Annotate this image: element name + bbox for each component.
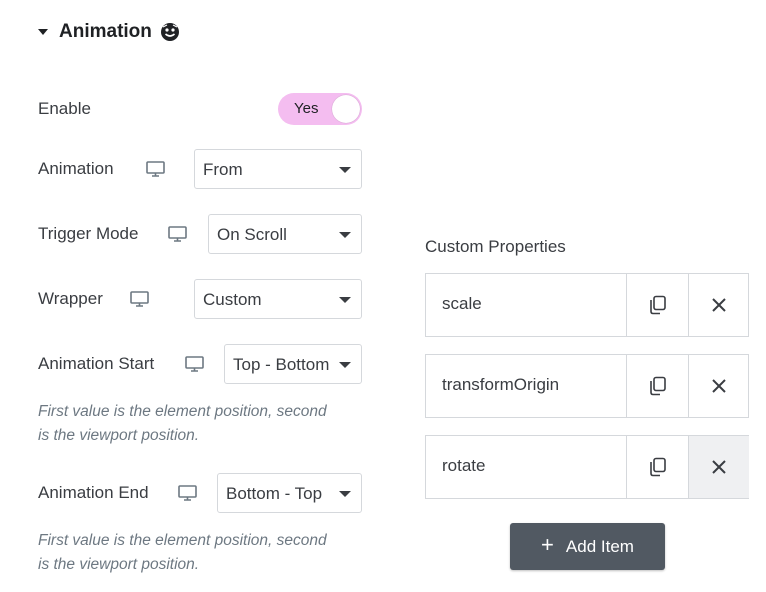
- animation-start-select[interactable]: Top - Bottom: [224, 344, 362, 384]
- close-icon[interactable]: [688, 274, 749, 336]
- custom-properties-label: Custom Properties: [425, 237, 566, 256]
- animation-end-help: First value is the element position, sec…: [38, 532, 327, 573]
- duplicate-icon[interactable]: [626, 436, 689, 498]
- trigger-mode-select[interactable]: On Scroll: [208, 214, 362, 254]
- animation-start-value: Top - Bottom: [233, 355, 330, 374]
- animation-select[interactable]: From: [194, 149, 362, 189]
- section-header[interactable]: Animation: [38, 18, 180, 46]
- desktop-icon[interactable]: [146, 161, 165, 177]
- plus-icon: +: [541, 532, 554, 557]
- wrapper-label: Wrapper: [38, 289, 103, 308]
- enable-toggle[interactable]: Yes: [278, 93, 362, 125]
- close-icon[interactable]: [688, 436, 749, 498]
- desktop-icon[interactable]: [168, 226, 187, 242]
- wrapper-select[interactable]: Custom: [194, 279, 362, 319]
- repeater-row[interactable]: scale: [425, 273, 749, 337]
- chevron-down-icon: [339, 297, 351, 303]
- toggle-text: Yes: [294, 100, 319, 117]
- duplicate-icon[interactable]: [626, 274, 689, 336]
- animation-start-label: Animation Start: [38, 354, 155, 373]
- trigger-mode-label: Trigger Mode: [38, 224, 139, 243]
- chevron-down-icon: [339, 362, 351, 368]
- repeater-item-title[interactable]: scale: [442, 294, 482, 314]
- desktop-icon[interactable]: [178, 485, 197, 501]
- animation-end-label: Animation End: [38, 483, 149, 502]
- repeater-row[interactable]: rotate: [425, 435, 749, 499]
- add-item-button[interactable]: + Add Item: [510, 523, 665, 570]
- repeater-item-title[interactable]: rotate: [442, 456, 485, 476]
- duplicate-icon[interactable]: [626, 355, 689, 417]
- animation-end-value: Bottom - Top: [226, 484, 323, 503]
- pro-badge-icon: [160, 22, 180, 42]
- section-title: Animation: [59, 21, 152, 42]
- repeater-item-title[interactable]: transformOrigin: [442, 375, 559, 395]
- animation-value: From: [203, 160, 243, 179]
- close-icon[interactable]: [688, 355, 749, 417]
- animation-end-select[interactable]: Bottom - Top: [217, 473, 362, 513]
- desktop-icon[interactable]: [185, 356, 204, 372]
- wrapper-value: Custom: [203, 290, 262, 309]
- add-item-label: Add Item: [565, 536, 634, 556]
- chevron-down-icon: [339, 232, 351, 238]
- caret-down-icon: [38, 29, 48, 35]
- trigger-mode-value: On Scroll: [217, 225, 287, 244]
- enable-label: Enable: [38, 99, 91, 118]
- animation-label: Animation: [38, 159, 114, 178]
- animation-start-help: First value is the element position, sec…: [38, 403, 327, 444]
- toggle-knob: [332, 95, 360, 123]
- desktop-icon[interactable]: [130, 291, 149, 307]
- chevron-down-icon: [339, 491, 351, 497]
- chevron-down-icon: [339, 167, 351, 173]
- repeater-row[interactable]: transformOrigin: [425, 354, 749, 418]
